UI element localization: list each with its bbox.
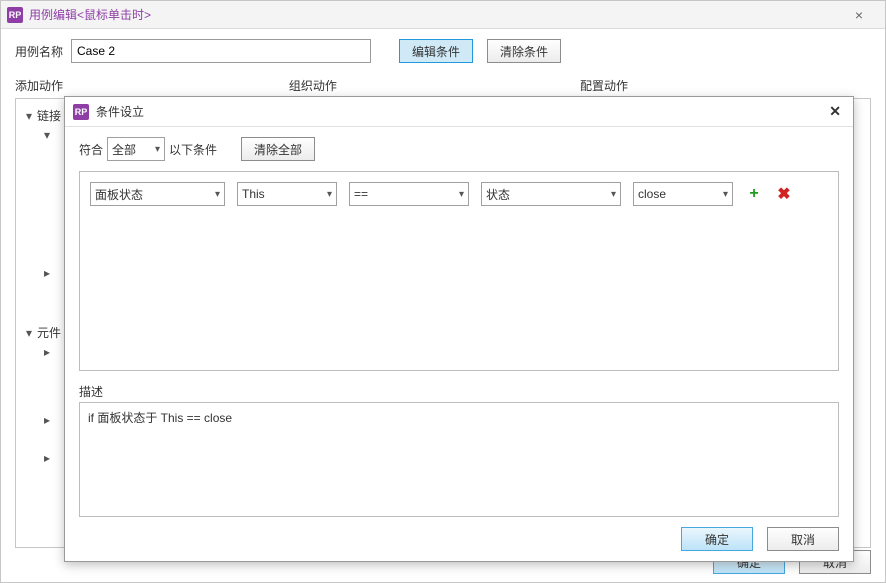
- match-prefix-label: 符合: [79, 141, 103, 158]
- add-row-icon[interactable]: +: [745, 185, 763, 203]
- cancel-button[interactable]: 取消: [767, 527, 839, 551]
- col-configure-actions: 配置动作: [580, 77, 871, 94]
- axure-rp-icon: RP: [73, 104, 89, 120]
- condition-builder-dialog: RP 条件设立 ✕ 符合 全部 ▾ 以下条件 清除全部 面板状态 ▾ This: [64, 96, 854, 562]
- chevron-down-icon: ▾: [327, 189, 332, 200]
- match-row: 符合 全部 ▾ 以下条件 清除全部: [79, 137, 839, 161]
- value-select[interactable]: close ▾: [633, 182, 733, 206]
- col-organize-actions: 组织动作: [289, 77, 580, 94]
- columns-header: 添加动作 组织动作 配置动作: [15, 77, 871, 94]
- parent-title: 用例编辑<鼠标单击时>: [29, 6, 151, 23]
- match-mode-select[interactable]: 全部 ▾: [107, 137, 165, 161]
- clear-all-button[interactable]: 清除全部: [241, 137, 315, 161]
- col-add-actions: 添加动作: [15, 77, 289, 94]
- tree-node-label: 元件: [37, 324, 61, 341]
- description-box[interactable]: if 面板状态于 This == close: [79, 402, 839, 517]
- close-icon[interactable]: ✕: [825, 103, 845, 120]
- value-type-select[interactable]: 状态 ▾: [481, 182, 621, 206]
- modal-titlebar: RP 条件设立 ✕: [65, 97, 853, 127]
- triangle-down-icon: ▾: [42, 128, 52, 142]
- description-label: 描述: [79, 383, 839, 400]
- clear-condition-button[interactable]: 清除条件: [487, 39, 561, 63]
- match-suffix-label: 以下条件: [169, 141, 217, 158]
- modal-title: 条件设立: [96, 103, 144, 120]
- target-value: This: [242, 187, 265, 201]
- condition-row: 面板状态 ▾ This ▾ == ▾ 状态 ▾ close ▾: [90, 182, 828, 206]
- triangle-right-icon: ▸: [42, 413, 52, 427]
- chevron-down-icon: ▾: [723, 189, 728, 200]
- operator-value: ==: [354, 187, 368, 201]
- chevron-down-icon: ▾: [215, 189, 220, 200]
- modal-body: 符合 全部 ▾ 以下条件 清除全部 面板状态 ▾ This ▾ ==: [65, 127, 853, 517]
- modal-footer: 确定 取消: [65, 517, 853, 561]
- operator-select[interactable]: == ▾: [349, 182, 469, 206]
- parent-titlebar: RP 用例编辑<鼠标单击时> ×: [1, 1, 885, 29]
- field-value: 面板状态: [95, 186, 143, 203]
- triangle-right-icon: ▸: [42, 451, 52, 465]
- match-mode-value: 全部: [112, 141, 136, 158]
- conditions-area: 面板状态 ▾ This ▾ == ▾ 状态 ▾ close ▾: [79, 171, 839, 371]
- triangle-right-icon: ▸: [42, 345, 52, 359]
- ok-button[interactable]: 确定: [681, 527, 753, 551]
- value-value: close: [638, 187, 666, 201]
- chevron-down-icon: ▾: [611, 189, 616, 200]
- target-select[interactable]: This ▾: [237, 182, 337, 206]
- triangle-down-icon: ▾: [24, 109, 34, 123]
- chevron-down-icon: ▾: [459, 189, 464, 200]
- case-name-row: 用例名称 编辑条件 清除条件: [15, 39, 871, 63]
- chevron-down-icon: ▾: [155, 144, 160, 155]
- description-text: if 面板状态于 This == close: [88, 411, 232, 425]
- field-select[interactable]: 面板状态 ▾: [90, 182, 225, 206]
- case-name-input[interactable]: [71, 39, 371, 63]
- edit-condition-button[interactable]: 编辑条件: [399, 39, 473, 63]
- triangle-down-icon: ▾: [24, 326, 34, 340]
- axure-rp-icon: RP: [7, 7, 23, 23]
- tree-node-label: 链接: [37, 107, 61, 124]
- case-name-label: 用例名称: [15, 43, 63, 60]
- delete-row-icon[interactable]: ✖: [775, 185, 793, 203]
- triangle-right-icon: ▸: [42, 266, 52, 280]
- close-icon[interactable]: ×: [839, 7, 879, 23]
- value-type-value: 状态: [486, 186, 510, 203]
